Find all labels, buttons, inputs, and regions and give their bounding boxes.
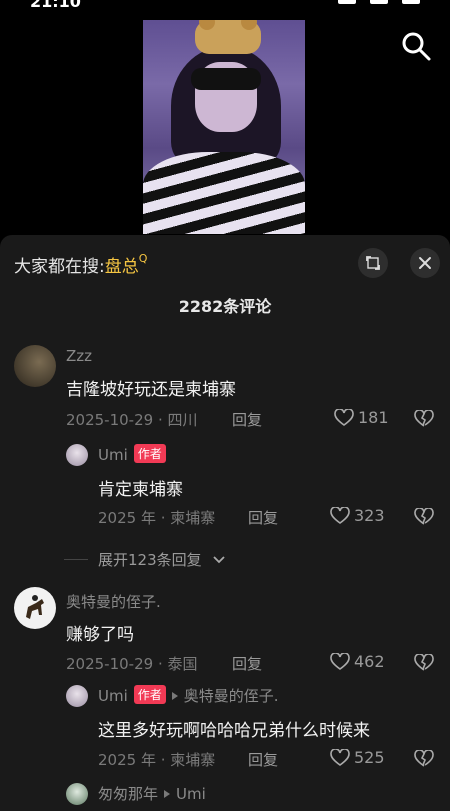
wifi-icon bbox=[370, 0, 388, 4]
reply-text: 这里多好玩啊哈哈哈兄弟什么时候来 bbox=[98, 721, 370, 741]
reply-username-text[interactable]: 匆匆那年 bbox=[98, 785, 158, 803]
heart-icon bbox=[330, 506, 350, 524]
author-badge: 作者 bbox=[133, 685, 166, 704]
reply-button[interactable]: 回复 bbox=[248, 507, 278, 528]
expand-replies-label[interactable]: 展开123条回复 bbox=[98, 549, 202, 570]
close-button[interactable] bbox=[410, 248, 440, 278]
search-icon[interactable] bbox=[400, 30, 432, 62]
reply-button[interactable]: 回复 bbox=[248, 749, 278, 770]
hot-search-term[interactable]: 盘总 bbox=[105, 257, 139, 277]
avatar[interactable] bbox=[66, 783, 88, 805]
like-button[interactable]: 181 bbox=[334, 408, 389, 427]
divider-line bbox=[64, 559, 88, 560]
reply-to-username[interactable]: 奥特曼的侄子. bbox=[184, 687, 279, 705]
like-count: 462 bbox=[354, 652, 385, 671]
reply-arrow-icon bbox=[171, 692, 178, 700]
status-bar: 21:10 bbox=[0, 0, 450, 12]
expand-replies[interactable]: 展开123条回复 bbox=[64, 549, 226, 570]
comment-text: 吉隆坡好玩还是柬埔寨 bbox=[66, 380, 236, 400]
like-count: 323 bbox=[354, 506, 385, 525]
avatar[interactable] bbox=[14, 587, 56, 629]
battery-icon bbox=[402, 0, 420, 4]
broken-heart-icon[interactable] bbox=[414, 410, 434, 428]
comments-sheet: 大家都在搜:盘总Q 2282条评论 Zzz 吉隆坡好玩还是柬埔寨 2025-10… bbox=[0, 235, 450, 811]
reply-to-username[interactable]: Umi bbox=[176, 785, 206, 803]
close-icon bbox=[419, 257, 431, 269]
like-button[interactable]: 525 bbox=[330, 748, 385, 767]
bear-sticker-icon bbox=[195, 20, 261, 54]
reply-username[interactable]: Umi 作者 奥特曼的侄子. bbox=[98, 685, 279, 706]
hot-search-label: 大家都在搜: bbox=[14, 257, 105, 277]
comment-username[interactable]: Zzz bbox=[66, 347, 92, 365]
comment-meta: 2025-10-29 · 泰国 bbox=[66, 655, 198, 673]
broken-heart-icon[interactable] bbox=[414, 654, 434, 672]
video-preview[interactable] bbox=[143, 20, 305, 234]
like-button[interactable]: 462 bbox=[330, 652, 385, 671]
broken-heart-icon[interactable] bbox=[414, 508, 434, 526]
reply-username[interactable]: 匆匆那年 Umi bbox=[98, 783, 206, 804]
comment-text: 赚够了吗 bbox=[66, 625, 134, 645]
broken-heart-icon[interactable] bbox=[414, 750, 434, 768]
reply-username[interactable]: Umi 作者 bbox=[98, 444, 166, 464]
signal-icon bbox=[338, 0, 356, 4]
avatar[interactable] bbox=[66, 685, 88, 707]
striped-clothing bbox=[143, 152, 305, 234]
comment-username[interactable]: 奥特曼的侄子. bbox=[66, 591, 161, 612]
hot-search[interactable]: 大家都在搜:盘总Q bbox=[14, 252, 147, 277]
status-time: 21:10 bbox=[30, 0, 81, 11]
author-badge: 作者 bbox=[133, 444, 166, 463]
reply-username-text[interactable]: Umi bbox=[98, 687, 128, 705]
chevron-down-icon bbox=[213, 555, 225, 563]
reply-meta: 2025 年 · 柬埔寨 bbox=[98, 751, 216, 769]
like-count: 181 bbox=[358, 408, 389, 427]
comment-meta: 2025-10-29 · 四川 bbox=[66, 411, 198, 429]
reply-username-text[interactable]: Umi bbox=[98, 446, 128, 464]
heart-icon bbox=[330, 652, 350, 670]
heart-icon bbox=[330, 748, 350, 766]
reply-meta: 2025 年 · 柬埔寨 bbox=[98, 509, 216, 527]
heart-icon bbox=[334, 408, 354, 426]
like-count: 525 bbox=[354, 748, 385, 767]
expand-button[interactable] bbox=[358, 248, 388, 278]
sunglasses bbox=[191, 68, 261, 90]
like-button[interactable]: 323 bbox=[330, 506, 385, 525]
reply-arrow-icon bbox=[164, 790, 171, 798]
expand-icon bbox=[366, 256, 380, 270]
reply-button[interactable]: 回复 bbox=[232, 653, 262, 674]
avatar[interactable] bbox=[14, 345, 56, 387]
comment-count-title: 2282条评论 bbox=[178, 297, 272, 316]
horse-rider-icon bbox=[26, 595, 44, 619]
reply-text: 肯定柬埔寨 bbox=[98, 480, 183, 500]
avatar[interactable] bbox=[66, 444, 88, 466]
status-icons bbox=[338, 0, 420, 4]
hot-search-q-icon: Q bbox=[138, 252, 148, 265]
reply-button[interactable]: 回复 bbox=[232, 409, 262, 430]
